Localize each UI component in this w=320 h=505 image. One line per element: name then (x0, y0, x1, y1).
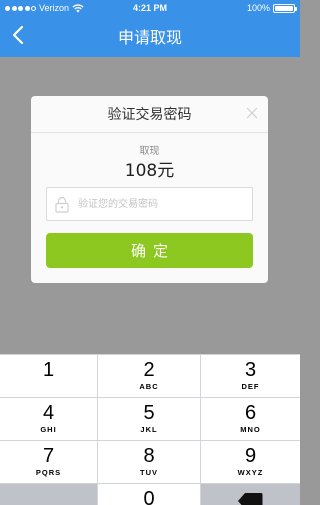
status-bar: Verizon 4:21 PM 100% (0, 0, 300, 16)
password-dialog: 验证交易密码 取现 108元 确定 (31, 96, 268, 283)
key-letters: DEF (241, 382, 260, 391)
confirm-button[interactable]: 确定 (46, 233, 253, 268)
nav-bar: 申请取现 (0, 16, 300, 57)
key-5[interactable]: 5 JKL (98, 398, 200, 440)
page-title: 申请取现 (117, 28, 182, 47)
key-8[interactable]: 8 TUV (98, 441, 200, 483)
lock-icon (55, 196, 69, 213)
dialog-divider (31, 132, 268, 133)
key-3[interactable]: 3 DEF (201, 355, 300, 397)
key-letters: ABC (139, 382, 159, 391)
key-1[interactable]: 1 (0, 355, 97, 397)
numeric-keypad: 1 2 ABC 3 DEF 4 GHI 5 JKL 6 MNO 7 PQRS 8… (0, 354, 300, 505)
battery-icon (273, 3, 297, 13)
key-digit: 1 (42, 359, 55, 381)
key-0[interactable]: 0 (98, 484, 200, 505)
key-9[interactable]: 9 WXYZ (201, 441, 300, 483)
key-2[interactable]: 2 ABC (98, 355, 200, 397)
key-digit: 7 (42, 445, 55, 467)
password-field[interactable] (46, 187, 253, 221)
key-digit: 9 (244, 445, 257, 467)
key-letters: WXYZ (237, 468, 264, 477)
key-letters: TUV (140, 468, 158, 477)
key-4[interactable]: 4 GHI (0, 398, 97, 440)
key-digit: 8 (143, 445, 155, 467)
dialog-close-button[interactable] (245, 105, 259, 119)
battery-percent: 100% (246, 3, 270, 13)
key-7[interactable]: 7 PQRS (0, 441, 97, 483)
key-letters: GHI (40, 425, 57, 434)
key-letters: PQRS (35, 468, 62, 477)
key-digit: 5 (143, 402, 155, 424)
key-digit: 4 (42, 402, 55, 424)
dialog-title: 验证交易密码 (107, 107, 192, 123)
close-icon (246, 107, 258, 119)
key-digit: 3 (244, 359, 257, 381)
top-bar: Verizon 4:21 PM 100% 申请取现 (0, 0, 300, 57)
backspace-icon (238, 493, 263, 505)
key-digit: 6 (244, 402, 257, 424)
key-letters: JKL (140, 425, 158, 434)
battery-group: 100% (246, 3, 297, 13)
key-digit: 2 (143, 359, 155, 381)
withdraw-amount: 108元 (124, 161, 175, 181)
delete-key[interactable] (201, 484, 300, 505)
key-digit: 0 (143, 488, 155, 505)
key-6[interactable]: 6 MNO (201, 398, 300, 440)
password-input[interactable] (78, 188, 248, 220)
amount-label: 取现 (139, 146, 160, 157)
key-blank (0, 484, 97, 505)
key-letters: MNO (240, 425, 261, 434)
